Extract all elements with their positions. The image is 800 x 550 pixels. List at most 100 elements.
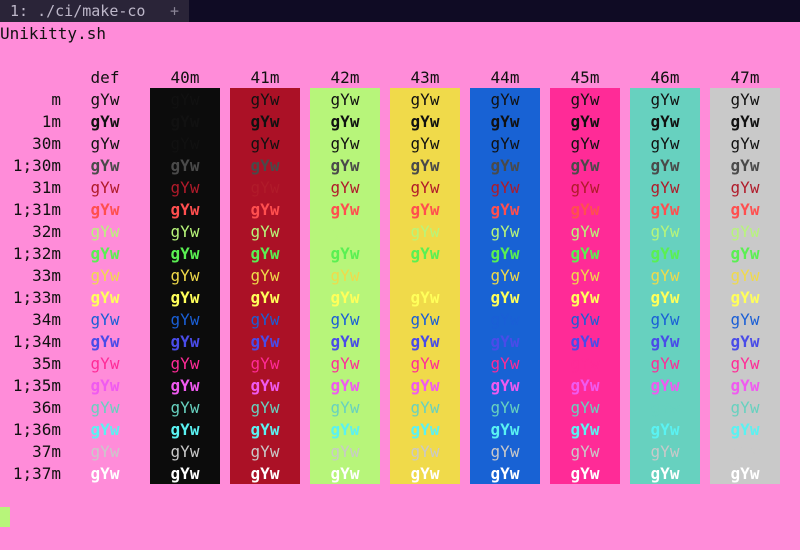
color-sample-cell: gYw: [170, 376, 200, 395]
color-sample-cell: gYw: [250, 244, 280, 263]
color-sample-cell: gYw: [90, 420, 120, 439]
color-sample-cell: gYw: [650, 90, 680, 109]
color-sample-cell: gYw: [250, 376, 280, 395]
color-sample-cell: gYw: [250, 178, 280, 197]
color-sample-cell: gYw: [410, 244, 440, 263]
color-sample-cell: gYw: [90, 332, 120, 351]
color-sample-cell: gYw: [730, 90, 760, 109]
color-sample-cell: gYw: [730, 222, 760, 241]
row-label: m: [51, 90, 61, 109]
row-label: 1;34m: [12, 332, 61, 351]
color-sample-cell: gYw: [730, 398, 760, 417]
color-sample-cell: gYw: [570, 266, 600, 285]
color-sample-cell: gYw: [490, 222, 520, 241]
color-sample-cell: gYw: [730, 178, 760, 197]
color-sample-cell: gYw: [90, 112, 120, 131]
color-sample-cell: gYw: [730, 442, 760, 461]
color-sample-cell: gYw: [250, 266, 280, 285]
color-sample-cell: gYw: [730, 332, 760, 351]
color-sample-cell: gYw: [490, 354, 520, 373]
color-sample-cell: gYw: [170, 288, 200, 307]
row-label: 1;35m: [12, 376, 61, 395]
color-sample-cell: gYw: [170, 156, 200, 175]
color-sample-cell: gYw: [410, 310, 440, 329]
color-sample-cell: gYw: [730, 376, 760, 395]
row-label: 1;32m: [12, 244, 61, 263]
column-header: 43m: [410, 68, 440, 87]
color-sample-cell: gYw: [90, 178, 120, 197]
color-sample-cell: gYw: [650, 156, 680, 175]
color-sample-cell: gYw: [730, 156, 760, 175]
color-sample-cell: gYw: [650, 244, 680, 263]
color-sample-cell: gYw: [730, 200, 760, 219]
column-header: 46m: [650, 68, 680, 87]
terminal-tab[interactable]: 1: ./ci/make-co +: [0, 0, 189, 22]
color-sample-cell: gYw: [250, 420, 280, 439]
color-sample-cell: gYw: [490, 134, 520, 153]
color-sample-cell: gYw: [90, 244, 120, 263]
color-sample-cell: gYw: [650, 178, 680, 197]
color-sample-cell: gYw: [410, 464, 440, 483]
color-sample-cell: gYw: [650, 420, 680, 439]
color-sample-cell: gYw: [410, 332, 440, 351]
color-sample-cell: gYw: [170, 332, 200, 351]
color-sample-cell: gYw: [170, 200, 200, 219]
color-sample-cell: gYw: [410, 112, 440, 131]
color-sample-cell: gYw: [570, 134, 600, 153]
color-sample-cell: gYw: [730, 288, 760, 307]
row-label: 1m: [41, 112, 61, 131]
color-sample-cell: gYw: [570, 200, 600, 219]
color-sample-cell: gYw: [650, 266, 680, 285]
color-sample-cell: gYw: [570, 420, 600, 439]
color-sample-cell: gYw: [490, 288, 520, 307]
color-sample-cell: gYw: [170, 222, 200, 241]
color-sample-cell: gYw: [170, 266, 200, 285]
color-sample-cell: gYw: [90, 376, 120, 395]
color-sample-cell: gYw: [90, 90, 120, 109]
color-sample-cell: gYw: [570, 222, 600, 241]
color-sample-cell: gYw: [570, 112, 600, 131]
color-sample-cell: gYw: [410, 420, 440, 439]
tab-label: 1: ./ci/make-co: [10, 2, 146, 20]
color-sample-cell: gYw: [90, 442, 120, 461]
color-sample-cell: gYw: [490, 310, 520, 329]
color-sample-cell: gYw: [570, 442, 600, 461]
color-sample-cell: gYw: [90, 200, 120, 219]
color-sample-cell: gYw: [410, 156, 440, 175]
color-sample-cell: gYw: [650, 112, 680, 131]
color-sample-cell: gYw: [330, 464, 360, 483]
color-sample-cell: gYw: [170, 310, 200, 329]
column-header: 42m: [330, 68, 360, 87]
color-sample-cell: gYw: [90, 398, 120, 417]
color-sample-cell: gYw: [730, 420, 760, 439]
column-header: 40m: [170, 68, 200, 87]
script-title: Unikitty.sh: [0, 24, 106, 43]
row-label: 1;37m: [12, 464, 61, 483]
color-sample-cell: gYw: [330, 398, 360, 417]
color-sample-cell: gYw: [330, 442, 360, 461]
color-sample-cell: gYw: [490, 442, 520, 461]
row-label: 1;36m: [12, 420, 61, 439]
new-tab-icon[interactable]: +: [170, 0, 179, 22]
color-sample-cell: gYw: [250, 464, 280, 483]
color-sample-cell: gYw: [730, 354, 760, 373]
row-label: 35m: [32, 354, 61, 373]
column-header: 44m: [490, 68, 520, 87]
color-sample-cell: gYw: [90, 222, 120, 241]
row-label: 33m: [32, 266, 61, 285]
color-sample-cell: gYw: [410, 288, 440, 307]
color-sample-cell: gYw: [650, 200, 680, 219]
color-sample-cell: gYw: [250, 310, 280, 329]
color-sample-cell: gYw: [250, 200, 280, 219]
color-sample-cell: gYw: [90, 464, 120, 483]
color-sample-cell: gYw: [250, 90, 280, 109]
color-sample-cell: gYw: [490, 178, 520, 197]
color-sample-cell: gYw: [490, 156, 520, 175]
color-sample-cell: gYw: [490, 244, 520, 263]
color-sample-cell: gYw: [330, 266, 360, 285]
color-sample-cell: gYw: [570, 376, 600, 395]
color-sample-cell: gYw: [570, 156, 600, 175]
color-sample-cell: gYw: [650, 442, 680, 461]
terminal-cursor: [0, 507, 10, 527]
color-sample-cell: gYw: [490, 200, 520, 219]
